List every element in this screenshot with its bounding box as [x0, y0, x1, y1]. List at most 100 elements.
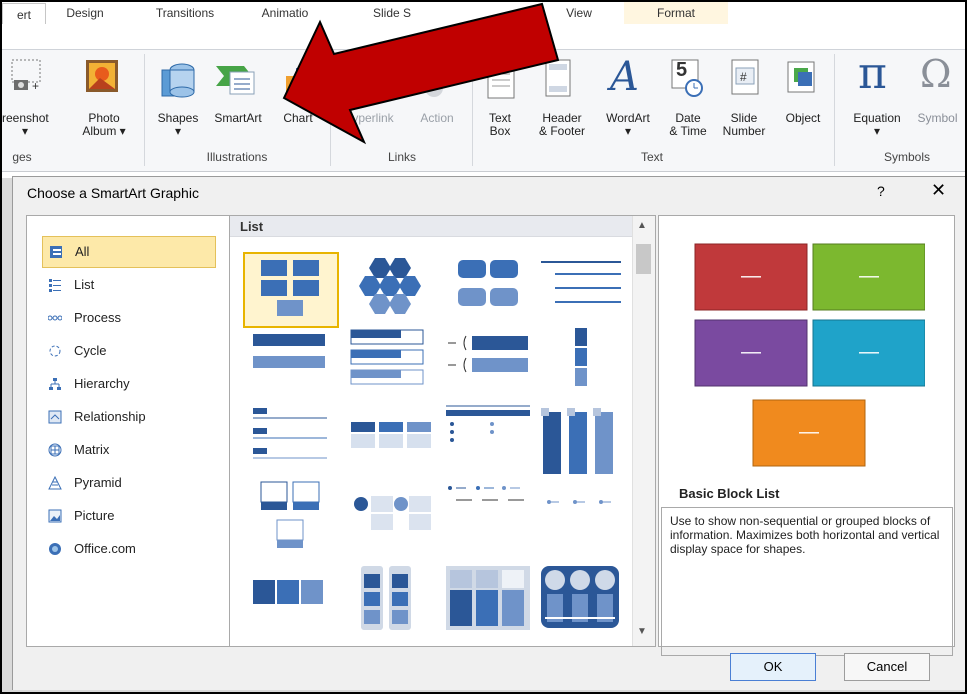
background-window-bottom: [2, 690, 965, 692]
symbol-icon[interactable]: Ω: [920, 52, 952, 96]
shapes-label[interactable]: Shapes ▾: [152, 112, 204, 138]
header-footer-icon[interactable]: [542, 56, 574, 102]
category-list-item[interactable]: List: [42, 270, 214, 300]
object-label[interactable]: Object: [778, 112, 828, 125]
category-list: All List Process Cycle Hierarchy Relatio…: [26, 215, 231, 647]
category-label: Picture: [74, 508, 115, 523]
scrollbar-thumb[interactable]: [636, 244, 651, 274]
ok-button[interactable]: OK: [730, 653, 816, 681]
horizontal-picture-list-thumb: [253, 580, 323, 604]
scroll-up-icon[interactable]: ▲: [637, 220, 647, 231]
tab-design[interactable]: Design: [57, 2, 113, 24]
layout-picture-caption-list[interactable]: [243, 480, 335, 552]
help-button[interactable]: ?: [877, 183, 885, 199]
office-icon: [49, 543, 61, 555]
layout-descending-block-list[interactable]: [535, 480, 627, 552]
category-label: All: [75, 244, 90, 259]
scroll-down-icon[interactable]: ▼: [637, 626, 647, 637]
category-cycle[interactable]: Cycle: [42, 336, 214, 366]
header-footer-label[interactable]: Header & Footer: [530, 112, 594, 138]
number-glyph: #: [740, 70, 747, 84]
category-picture[interactable]: Picture: [42, 501, 214, 531]
hyperlink-label[interactable]: yperlink: [338, 112, 408, 125]
layout-vertical-box-tabs[interactable]: [535, 404, 627, 476]
date-time-label[interactable]: Date & Time: [664, 112, 712, 138]
category-matrix[interactable]: Matrix: [42, 435, 214, 465]
tab-transitions[interactable]: Transitions: [142, 2, 228, 24]
object-icon[interactable]: [784, 58, 820, 98]
list-icon: [49, 279, 61, 292]
category-all[interactable]: All: [42, 236, 216, 268]
text-box-label[interactable]: Text Box: [482, 112, 518, 138]
tab-format[interactable]: Format: [624, 2, 728, 24]
equation-label[interactable]: Equation ▾: [844, 112, 910, 138]
layout-tab-list[interactable]: [442, 562, 534, 634]
layout-bracket-list[interactable]: [442, 328, 534, 400]
category-office-com[interactable]: Office.com: [42, 534, 214, 564]
gallery-heading-label: List: [240, 219, 264, 234]
wordart-label[interactable]: WordArt ▾: [598, 112, 658, 138]
dialog-title: Choose a SmartArt Graphic: [27, 185, 199, 201]
layout-horizontal-bullet-list[interactable]: [243, 404, 335, 476]
rounded-block-list-thumb: [458, 260, 518, 306]
process-icon: [48, 315, 62, 321]
action-label[interactable]: Action: [412, 112, 462, 125]
gallery-heading: List: [230, 216, 632, 237]
smartart-icon[interactable]: [214, 62, 258, 98]
layout-circle-accent-timeline[interactable]: [535, 562, 627, 634]
smartart-dialog: Choose a SmartArt Graphic ? ✕ All List P…: [12, 176, 965, 692]
group-separator: [472, 54, 473, 166]
circle-accent-timeline-thumb: [541, 566, 619, 628]
tab-slide-show[interactable]: Slide S: [362, 2, 422, 24]
cancel-button[interactable]: Cancel: [844, 653, 930, 681]
tab-view[interactable]: View: [554, 2, 604, 24]
group-separator: [144, 54, 145, 166]
gallery-scrollbar[interactable]: ▲ ▼: [632, 216, 655, 646]
close-button[interactable]: ✕: [931, 180, 946, 201]
chart-icon[interactable]: [282, 62, 310, 98]
text-box-icon[interactable]: [482, 58, 518, 102]
layout-table-list[interactable]: [442, 404, 534, 476]
layout-trapezoid-list[interactable]: [442, 480, 534, 552]
trapezoid-list-thumb: [448, 486, 524, 501]
screenshot-label[interactable]: reenshot ▾: [2, 112, 49, 138]
symbol-label[interactable]: Symbol: [910, 112, 965, 125]
photo-album-icon[interactable]: [82, 58, 122, 98]
category-label: Matrix: [74, 442, 110, 457]
group-separator: [834, 54, 835, 166]
layout-rounded-block-list[interactable]: [442, 252, 534, 324]
layout-continuous-picture-list[interactable]: [345, 480, 437, 552]
preview-block-label: —: [741, 341, 761, 363]
layout-hexagon-list[interactable]: [345, 252, 437, 324]
action-icon[interactable]: [422, 68, 446, 102]
descending-block-list-thumb: [547, 500, 611, 504]
layout-square-accent-list[interactable]: [345, 404, 437, 476]
tab-animations[interactable]: Animatio: [252, 2, 318, 24]
category-pyramid[interactable]: Pyramid: [42, 468, 214, 498]
layout-horizontal-picture-list[interactable]: [243, 562, 335, 634]
equation-icon[interactable]: π: [858, 48, 887, 99]
chart-label[interactable]: Chart: [278, 112, 318, 125]
layout-grouped-list[interactable]: [345, 562, 437, 634]
preview-block-label: —: [859, 265, 879, 287]
layout-vertical-bullet-list[interactable]: [243, 328, 335, 400]
category-relationship[interactable]: Relationship: [42, 402, 214, 432]
layout-gallery[interactable]: List ▲ ▼: [229, 215, 656, 647]
wordart-icon[interactable]: A: [610, 54, 646, 100]
category-hierarchy[interactable]: Hierarchy: [42, 369, 214, 399]
category-process[interactable]: Process: [42, 303, 214, 333]
photo-album-label[interactable]: Photo Album ▾: [80, 112, 128, 138]
layout-lined-list[interactable]: [535, 252, 627, 324]
slide-number-label[interactable]: Slide Number: [714, 112, 774, 138]
layout-vertical-box-list[interactable]: [345, 328, 437, 400]
screenshot-icon[interactable]: +: [10, 58, 44, 98]
all-icon: [50, 246, 62, 258]
preview-panel: — — — — — Basic Block List Use to show n…: [658, 215, 955, 656]
layout-stacked-list[interactable]: [535, 328, 627, 400]
tab-insert[interactable]: ert: [2, 3, 46, 25]
lined-list-thumb: [541, 261, 621, 303]
layout-basic-block-list[interactable]: [243, 252, 339, 328]
group-label-images: ges: [12, 150, 32, 164]
shapes-icon[interactable]: [158, 58, 198, 100]
smartart-label[interactable]: SmartArt: [208, 112, 268, 125]
